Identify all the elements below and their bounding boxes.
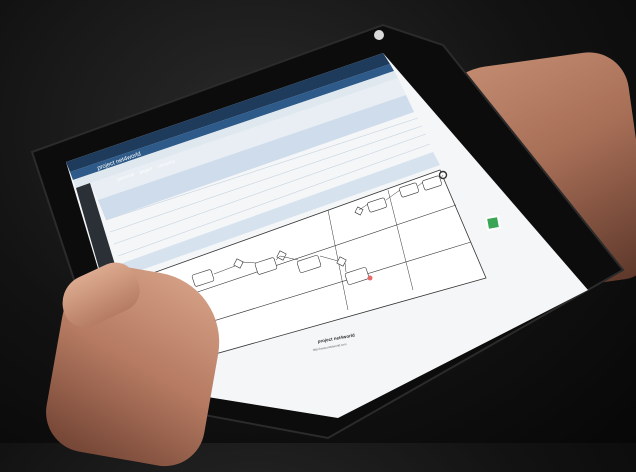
front-camera (374, 30, 384, 40)
logo-mark-icon (485, 215, 501, 231)
photo-scene: project net4world personal project compa… (0, 0, 636, 472)
highlight-marker (367, 275, 373, 281)
